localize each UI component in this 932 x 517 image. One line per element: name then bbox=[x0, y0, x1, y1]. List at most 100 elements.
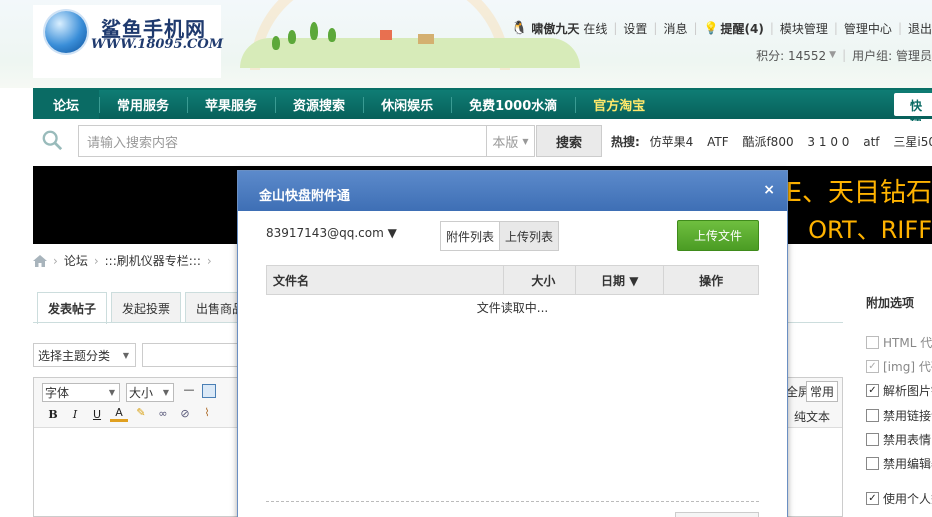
chevron-right-icon: › bbox=[206, 253, 212, 268]
dialog-footer-button[interactable] bbox=[675, 512, 759, 517]
home-icon[interactable] bbox=[33, 254, 47, 267]
font-select-label: 字体 bbox=[45, 386, 70, 400]
highlight-icon[interactable]: ✎ bbox=[132, 406, 150, 419]
banner-text: E、天目钻石 bbox=[785, 178, 932, 208]
hot-term[interactable]: atf bbox=[863, 135, 879, 149]
italic-icon[interactable]: I bbox=[66, 408, 84, 421]
chevron-down-icon: ▼ bbox=[122, 350, 129, 360]
search-scope-select[interactable]: 本版 ▼ bbox=[487, 125, 535, 157]
settings-link[interactable]: 设置 bbox=[623, 20, 647, 37]
file-table: 文件名 大小 日期 ▼ 操作 文件读取中... bbox=[265, 265, 759, 321]
checkbox[interactable] bbox=[866, 336, 879, 349]
remind-link[interactable]: 提醒(4) bbox=[720, 20, 763, 37]
close-icon[interactable]: × bbox=[763, 182, 775, 198]
tree-decoration bbox=[328, 28, 336, 42]
option-disable-editor-code[interactable]: 禁用编辑器代码 bbox=[866, 455, 932, 472]
account-select[interactable]: 83917143@qq.com ▼ bbox=[266, 226, 397, 240]
upload-file-button[interactable]: 上传文件 bbox=[677, 220, 759, 251]
topic-type-select[interactable]: 选择主题分类 ▼ bbox=[33, 343, 136, 367]
column-filename[interactable]: 文件名 bbox=[265, 265, 505, 295]
font-color-icon[interactable]: A bbox=[110, 406, 128, 422]
option-label: 禁用编辑器代码 bbox=[883, 457, 932, 471]
logout-link[interactable]: 退出 bbox=[908, 20, 932, 37]
option-label: HTML 代码 bbox=[883, 336, 932, 350]
chevron-down-icon[interactable]: ▼ bbox=[829, 50, 836, 60]
option-label: 禁用链接识别 bbox=[883, 409, 932, 423]
tree-decoration bbox=[288, 30, 296, 44]
usergroup-display: 用户组: 管理员 bbox=[852, 48, 932, 63]
search-bar: 请输入搜索内容 本版 ▼ 搜索 热搜: 仿苹果4 ATF 酷派f800 3 1 … bbox=[33, 121, 932, 161]
option-img-code[interactable]: ✓ [img] 代码 bbox=[866, 358, 932, 375]
hot-term[interactable]: 3 1 0 0 bbox=[807, 135, 849, 149]
breadcrumb: › 论坛 › :::刷机仪器专栏::: › bbox=[33, 252, 218, 269]
column-actions: 操作 bbox=[663, 265, 759, 295]
main-nav: 论坛 常用服务 苹果服务 资源搜索 休闲娱乐 免费1000水滴 官方淘宝 快捷 bbox=[33, 88, 932, 130]
online-status: 在线 bbox=[583, 21, 608, 36]
nav-item-services[interactable]: 常用服务 bbox=[99, 90, 187, 119]
checkbox[interactable] bbox=[866, 433, 879, 446]
size-select[interactable]: 大小 ▼ bbox=[126, 383, 174, 402]
chevron-down-icon: ▼ bbox=[162, 388, 169, 397]
checkbox[interactable]: ✓ bbox=[866, 492, 879, 505]
messages-link[interactable]: 消息 bbox=[663, 20, 687, 37]
globe-icon bbox=[45, 11, 87, 53]
tree-decoration bbox=[272, 36, 280, 50]
hot-term[interactable]: 酷派f800 bbox=[742, 135, 793, 149]
topic-type-label: 选择主题分类 bbox=[38, 348, 111, 363]
search-scope-label: 本版 bbox=[492, 135, 519, 151]
nav-item-forum[interactable]: 论坛 bbox=[33, 90, 100, 119]
tab-attachment-list[interactable]: 附件列表 bbox=[441, 222, 500, 250]
underline-icon[interactable]: U bbox=[88, 408, 106, 421]
site-logo[interactable]: 鲨鱼手机网 WWW.18095.COM bbox=[33, 5, 224, 78]
logo-url: WWW.18095.COM bbox=[91, 37, 224, 52]
module-manage-link[interactable]: 模块管理 bbox=[780, 20, 828, 37]
nav-item-entertainment[interactable]: 休闲娱乐 bbox=[363, 90, 451, 119]
link-icon[interactable]: ∞ bbox=[154, 407, 172, 420]
option-use-signature[interactable]: ✓ 使用个人签名 bbox=[866, 490, 932, 507]
search-button[interactable]: 搜索 bbox=[536, 125, 602, 157]
nav-item-taobao[interactable]: 官方淘宝 bbox=[575, 90, 663, 119]
checkbox[interactable] bbox=[866, 409, 879, 422]
hot-term[interactable]: 三星i509刷机 bbox=[893, 135, 932, 149]
hot-term[interactable]: 仿苹果4 bbox=[650, 135, 694, 149]
option-html-code[interactable]: HTML 代码 bbox=[866, 334, 932, 351]
nav-item-resources[interactable]: 资源搜索 bbox=[275, 90, 363, 119]
loading-message: 文件读取中... bbox=[476, 301, 549, 316]
breadcrumb-forum[interactable]: 论坛 bbox=[64, 252, 88, 269]
common-button[interactable]: 常用 bbox=[805, 381, 838, 402]
search-input[interactable]: 请输入搜索内容 bbox=[78, 125, 487, 157]
kuaipan-attachment-dialog: 金山快盘附件通 × 83917143@qq.com ▼ 附件列表 上传列表 上传… bbox=[237, 170, 788, 517]
unlink-icon[interactable]: ⊘ bbox=[176, 407, 194, 420]
option-label: [img] 代码 bbox=[883, 360, 932, 374]
checkbox[interactable] bbox=[866, 457, 879, 470]
nav-item-apple[interactable]: 苹果服务 bbox=[187, 90, 275, 119]
bold-icon[interactable]: B bbox=[44, 408, 62, 421]
option-disable-smilies[interactable]: 禁用表情 bbox=[866, 431, 931, 448]
tab-upload-list[interactable]: 上传列表 bbox=[499, 222, 559, 250]
hot-term[interactable]: ATF bbox=[707, 135, 729, 149]
column-date[interactable]: 日期 ▼ bbox=[575, 265, 665, 295]
column-size[interactable]: 大小 bbox=[503, 265, 577, 295]
brush-icon[interactable]: ⌇ bbox=[198, 406, 216, 419]
table-icon[interactable] bbox=[202, 384, 216, 398]
tab-poll[interactable]: 发起投票 bbox=[111, 292, 182, 323]
plaintext-toggle[interactable]: 纯文本 bbox=[794, 408, 830, 425]
points-display[interactable]: 积分: 14552 bbox=[756, 47, 826, 64]
username-link[interactable]: 啸傲九天 bbox=[531, 20, 579, 37]
house-decoration bbox=[380, 30, 392, 40]
attachment-view-tabs: 附件列表 上传列表 bbox=[440, 221, 560, 251]
horizontal-rule-icon[interactable]: — bbox=[180, 383, 198, 396]
checkbox[interactable]: ✓ bbox=[866, 384, 879, 397]
option-disable-links[interactable]: 禁用链接识别 bbox=[866, 407, 932, 424]
tab-new-post[interactable]: 发表帖子 bbox=[37, 292, 108, 324]
checkbox[interactable]: ✓ bbox=[866, 360, 879, 373]
chevron-down-icon: ▼ bbox=[522, 136, 529, 146]
admin-center-link[interactable]: 管理中心 bbox=[844, 20, 892, 37]
banner-text: ORT、RIFF bbox=[808, 216, 932, 244]
option-parse-image[interactable]: ✓ 解析图片链接 bbox=[866, 382, 932, 399]
breadcrumb-section[interactable]: :::刷机仪器专栏::: bbox=[105, 252, 201, 269]
quick-button[interactable]: 快捷 bbox=[894, 93, 932, 130]
font-select[interactable]: 字体 ▼ bbox=[42, 383, 120, 402]
nav-item-free-drops[interactable]: 免费1000水滴 bbox=[451, 90, 575, 119]
option-label: 解析图片链接 bbox=[883, 384, 932, 398]
